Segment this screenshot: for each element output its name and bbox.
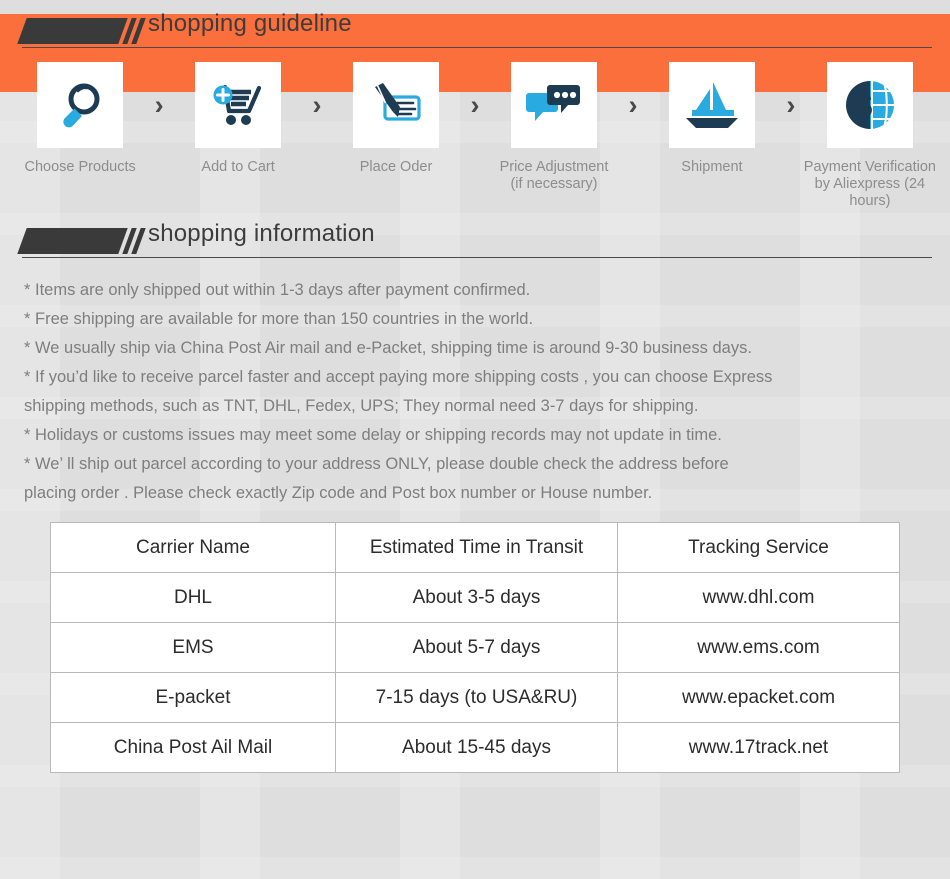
step-icon-box (668, 62, 755, 148)
step-label: Choose Products (24, 159, 136, 175)
table-header-cell: Estimated Time in Transit (335, 522, 618, 573)
step-icon-box (353, 62, 440, 148)
table-header-cell: Tracking Service (617, 522, 900, 573)
sailboat-icon (685, 82, 738, 128)
table-row: EMS About 5-7 days www.ems.com (50, 622, 900, 673)
info-bullet: * Items are only shipped out within 1-3 … (24, 281, 531, 299)
table-cell-carrier: EMS (50, 622, 336, 673)
pen-cheque-icon (375, 83, 421, 121)
magnifier-icon (63, 83, 100, 128)
step-label: Add to Cart (201, 159, 275, 175)
table-cell-carrier: DHL (50, 572, 336, 623)
table-cell-transit: About 5-7 days (335, 622, 618, 673)
table-cell-tracking[interactable]: www.ems.com (617, 622, 900, 673)
step-icon-box (195, 62, 282, 148)
info-bullet: * If you’d like to receive parcel faster… (24, 368, 773, 415)
dollar-globe-icon: $ (845, 81, 896, 129)
shopping-steps: Choose Products › Add to Cart › Place Od… (0, 62, 950, 210)
table-cell-tracking[interactable]: www.17track.net (617, 722, 900, 773)
table-cell-carrier: E-packet (50, 672, 336, 723)
step-shipment[interactable]: Shipment (646, 62, 778, 176)
info-bullet: * We usually ship via China Post Air mai… (24, 339, 752, 357)
step-label: Price Adjustment (if necessary) (499, 159, 609, 192)
step-separator-icon: › (628, 90, 638, 120)
table-header-cell: Carrier Name (50, 522, 336, 573)
chat-bubbles-icon (525, 85, 580, 121)
carrier-table: Carrier Name Estimated Time in Transit T… (50, 522, 900, 773)
add-to-cart-icon (213, 84, 262, 125)
step-choose-products[interactable]: Choose Products (14, 62, 146, 176)
table-cell-transit: 7-15 days (to USA&RU) (335, 672, 618, 723)
information-heading: shopping information (148, 220, 375, 247)
step-place-order[interactable]: Place Oder (330, 62, 462, 176)
step-separator-icon: › (786, 90, 796, 120)
info-bullet: * Holidays or customs issues may meet so… (24, 426, 722, 444)
table-cell-tracking[interactable]: www.dhl.com (617, 572, 900, 623)
heading-tag-shape (17, 18, 146, 44)
info-bullet: * We’ ll ship out parcel according to yo… (24, 455, 729, 502)
step-separator-icon: › (312, 90, 322, 120)
section-header-guideline: shopping guideline (17, 10, 932, 54)
table-cell-transit: About 3-5 days (335, 572, 618, 623)
svg-text:$: $ (853, 87, 872, 125)
heading-tag-shape (17, 228, 146, 254)
table-row: DHL About 3-5 days www.dhl.com (50, 572, 900, 623)
table-row: China Post Ail Mail About 15-45 days www… (50, 722, 900, 773)
step-icon-box (510, 62, 597, 148)
information-bullets: * Items are only shipped out within 1-3 … (24, 276, 928, 508)
heading-rule (22, 47, 932, 48)
step-separator-icon: › (470, 90, 480, 120)
table-cell-tracking[interactable]: www.epacket.com (617, 672, 900, 723)
step-separator-icon: › (154, 90, 164, 120)
step-label: Payment Verification by Aliexpress (24 h… (803, 159, 936, 209)
step-label: Place Oder (359, 159, 433, 175)
step-icon-box: $ (826, 62, 913, 148)
heading-rule (22, 257, 932, 258)
page-content: shopping guideline Choose Products › Add… (0, 10, 950, 773)
carrier-table-wrapper: Carrier Name Estimated Time in Transit T… (0, 522, 950, 773)
step-price-adjustment[interactable]: Price Adjustment (if necessary) (488, 62, 620, 193)
section-header-information: shopping information (17, 220, 932, 264)
step-label: Shipment (681, 159, 743, 175)
step-add-to-cart[interactable]: Add to Cart (172, 62, 304, 176)
table-cell-transit: About 15-45 days (335, 722, 618, 773)
step-payment-verification[interactable]: $ Payment Verification by Aliexpress (24… (804, 62, 936, 210)
guideline-heading: shopping guideline (148, 10, 352, 37)
table-header-row: Carrier Name Estimated Time in Transit T… (50, 522, 900, 573)
table-cell-carrier: China Post Ail Mail (50, 722, 336, 773)
table-row: E-packet 7-15 days (to USA&RU) www.epack… (50, 672, 900, 723)
info-bullet: * Free shipping are available for more t… (24, 310, 534, 328)
step-icon-box (37, 62, 124, 148)
